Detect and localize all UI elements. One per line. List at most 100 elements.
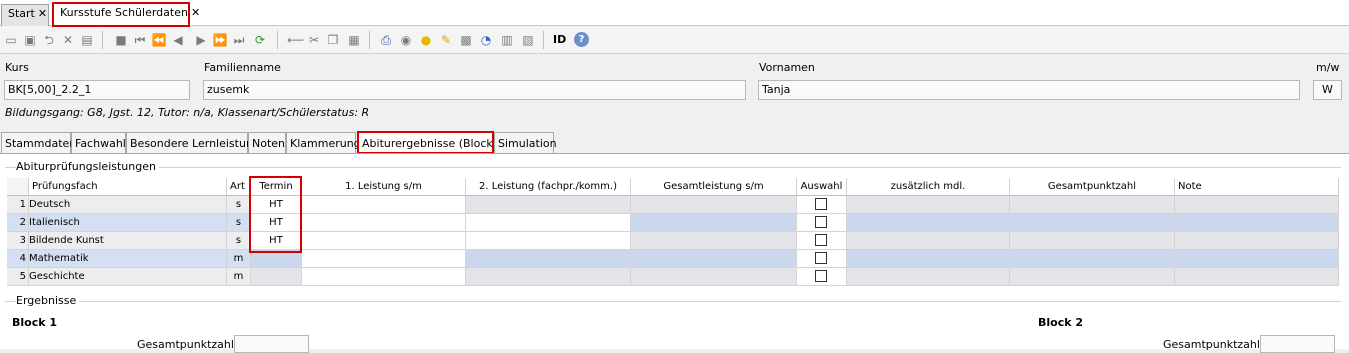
tab-besondere-lernleistung[interactable]: Besondere Lernleistung — [126, 132, 260, 154]
cell-auswahl[interactable] — [797, 250, 847, 268]
copy-icon[interactable]: ❐ — [325, 32, 341, 48]
delete-icon[interactable]: ✕ — [60, 32, 76, 48]
eye-icon[interactable]: ◉ — [398, 32, 414, 48]
toolbar-separator — [543, 31, 544, 49]
cell-art[interactable]: s — [227, 214, 251, 232]
toolbar-separator — [102, 31, 103, 49]
cell-fach[interactable]: Geschichte — [29, 268, 227, 286]
tab-start[interactable]: Start ✕ — [1, 4, 49, 26]
kurs-field[interactable]: BK[5,00]_2.2_1 — [4, 80, 190, 100]
prev-record-icon[interactable]: ◀ — [170, 32, 186, 48]
auswahl-checkbox[interactable] — [815, 270, 827, 282]
cell-auswahl[interactable] — [797, 268, 847, 286]
cell-zusaetzlich-mdl — [847, 268, 1010, 286]
column-header-zusaetzlich-mdl[interactable]: zusätzlich mdl. — [847, 178, 1010, 196]
termin-highlight — [249, 176, 302, 253]
cell-1-leistung[interactable] — [302, 250, 466, 268]
cell-1-leistung[interactable] — [302, 268, 466, 286]
refresh-icon[interactable]: ⟳ — [252, 32, 268, 48]
block1-title: Block 1 — [12, 316, 58, 329]
mw-field[interactable]: W — [1313, 80, 1342, 100]
vornamen-field[interactable]: Tanja — [758, 80, 1300, 100]
cell-2-leistung[interactable] — [466, 196, 631, 214]
auswahl-checkbox[interactable] — [815, 252, 827, 264]
cell-art[interactable]: m — [227, 268, 251, 286]
cell-1-leistung[interactable] — [302, 214, 466, 232]
column-header-2-leistung[interactable]: 2. Leistung (fachpr./komm.) — [466, 178, 631, 196]
eraser-icon[interactable]: ✎ — [438, 32, 454, 48]
abiturpruefungsleistungen-title: Abiturprüfungsleistungen — [16, 160, 159, 173]
cell-note — [1175, 196, 1339, 214]
new-icon[interactable]: ▭ — [3, 32, 19, 48]
cell-gesamtpunktzahl — [1010, 214, 1175, 232]
tab-klammerung[interactable]: Klammerung — [286, 132, 361, 154]
column-header-gesamtpunktzahl[interactable]: Gesamtpunktzahl — [1010, 178, 1175, 196]
first-record-icon[interactable]: ⏮ — [132, 32, 148, 48]
cell-fach[interactable]: Deutsch — [29, 196, 227, 214]
column-header-pruefungsfach[interactable]: Prüfungsfach — [29, 178, 227, 196]
cell-fach[interactable]: Mathematik — [29, 250, 227, 268]
auswahl-checkbox[interactable] — [815, 234, 827, 246]
tab-abiturergebnisse[interactable]: Abiturergebnisse (Block 2) — [357, 131, 508, 154]
auswahl-checkbox[interactable] — [815, 216, 827, 228]
column-header-auswahl[interactable]: Auswahl — [797, 178, 847, 196]
next-record-icon[interactable]: ▶ — [193, 32, 209, 48]
back-arrow-icon[interactable]: ⟵ — [287, 32, 304, 48]
cell-gesamtpunktzahl — [1010, 268, 1175, 286]
toolbar-separator — [277, 31, 278, 49]
export-icon[interactable]: ▥ — [499, 32, 515, 48]
tab-kursstufe-schuelerdaten[interactable]: Kursstufe Schülerdaten ✕ — [52, 2, 200, 27]
cell-art[interactable]: s — [227, 196, 251, 214]
tab-noten[interactable]: Noten — [248, 132, 286, 154]
next-page-icon[interactable]: ⏩ — [212, 32, 228, 48]
cell-art[interactable]: s — [227, 232, 251, 250]
cell-zusaetzlich-mdl — [847, 214, 1010, 232]
print-icon[interactable]: ⎙ — [378, 32, 394, 48]
block1-gesamtpunktzahl-label: Gesamtpunktzahl — [137, 338, 234, 351]
lightbulb-icon[interactable]: ● — [418, 32, 434, 48]
block1-gesamtpunktzahl-field[interactable] — [234, 335, 309, 353]
prev-page-icon[interactable]: ⏪ — [151, 32, 167, 48]
save-icon[interactable]: ▣ — [22, 32, 38, 48]
cell-1-leistung[interactable] — [302, 232, 466, 250]
cell-2-leistung[interactable] — [466, 232, 631, 250]
tab-stammdaten[interactable]: Stammdaten — [1, 132, 76, 154]
cell-termin[interactable] — [251, 268, 302, 286]
help-icon[interactable]: ? — [574, 32, 589, 47]
close-icon[interactable]: ✕ — [191, 6, 200, 19]
grid-icon[interactable]: ▩ — [458, 32, 474, 48]
cell-2-leistung[interactable] — [466, 250, 631, 268]
bildungsgang-info: Bildungsgang: G8, Jgst. 12, Tutor: n/a, … — [5, 106, 370, 119]
cell-auswahl[interactable] — [797, 214, 847, 232]
auswahl-checkbox[interactable] — [815, 198, 827, 210]
cell-fach[interactable]: Bildende Kunst — [29, 232, 227, 250]
column-header-1-leistung[interactable]: 1. Leistung s/m — [302, 178, 466, 196]
column-header-note[interactable]: Note — [1175, 178, 1339, 196]
clear-form-icon[interactable]: ▤ — [79, 32, 95, 48]
column-header-gesamtleistung[interactable]: Gesamtleistung s/m — [631, 178, 797, 196]
tab-simulation[interactable]: Simulation — [494, 132, 557, 154]
id-icon[interactable]: ID — [553, 33, 566, 46]
familienname-field[interactable]: zusemk — [203, 80, 746, 100]
mw-label: m/w — [1316, 61, 1340, 74]
cell-gesamtleistung — [631, 250, 797, 268]
cell-2-leistung[interactable] — [466, 214, 631, 232]
cell-1-leistung[interactable] — [302, 196, 466, 214]
tab-fachwahl[interactable]: Fachwahl — [71, 132, 126, 154]
block2-gesamtpunktzahl-field[interactable] — [1260, 335, 1335, 353]
settings-icon[interactable]: ◔ — [478, 32, 494, 48]
cell-fach[interactable]: Italienisch — [29, 214, 227, 232]
cell-2-leistung[interactable] — [466, 268, 631, 286]
last-record-icon[interactable]: ⏭ — [231, 32, 247, 48]
cut-icon[interactable]: ✂ — [306, 32, 322, 48]
cell-auswahl[interactable] — [797, 232, 847, 250]
paste-icon[interactable]: ▦ — [346, 32, 362, 48]
folder-icon[interactable]: ■ — [113, 32, 129, 48]
print-preview-icon[interactable]: ▧ — [520, 32, 536, 48]
kurs-label: Kurs — [5, 61, 29, 74]
column-header-art[interactable]: Art — [227, 178, 251, 196]
cell-art[interactable]: m — [227, 250, 251, 268]
close-icon[interactable]: ✕ — [38, 7, 47, 20]
undo-icon[interactable]: ⮌ — [41, 32, 57, 48]
cell-auswahl[interactable] — [797, 196, 847, 214]
